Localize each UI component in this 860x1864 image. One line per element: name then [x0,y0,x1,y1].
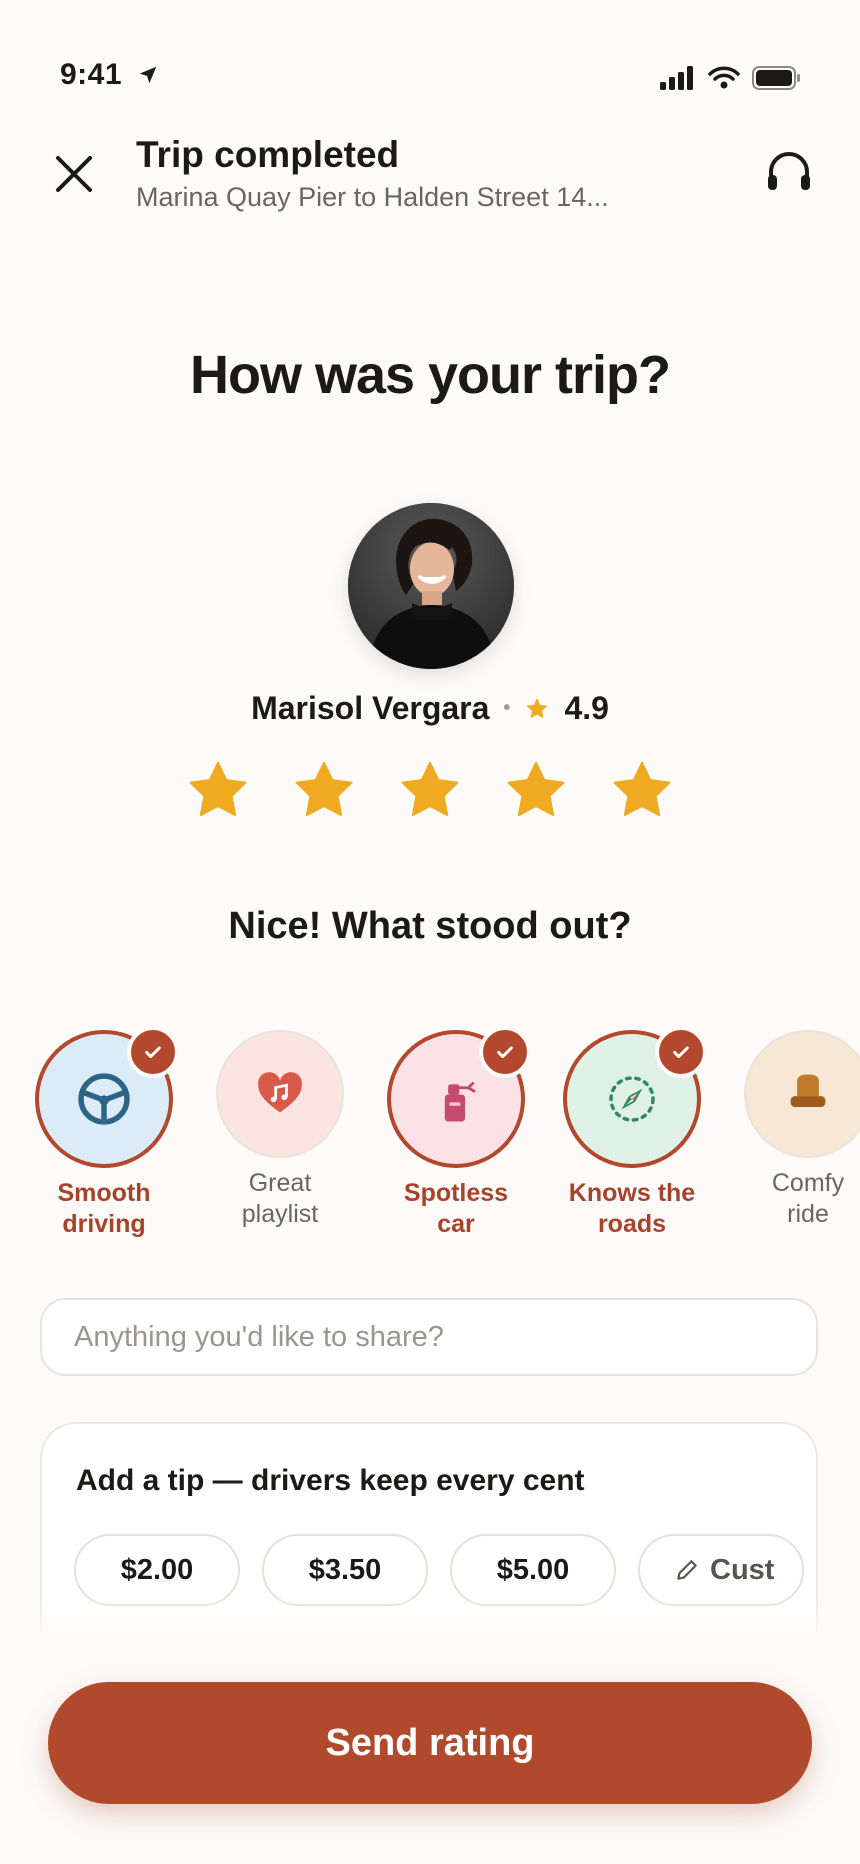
star-icon [189,761,247,817]
tip-custom-label: Cust [710,1553,775,1586]
battery-icon [752,66,800,90]
star-rating-input [0,758,860,824]
seat-icon [790,1074,826,1107]
page-title: Trip completed [136,134,400,175]
pencil-icon [677,1560,697,1580]
comment-input[interactable] [42,1300,816,1374]
star-icon [526,697,548,718]
tag-spotless-car[interactable]: Spotless car [386,1026,531,1240]
tag-smooth-driving[interactable]: Smooth driving [34,1026,179,1240]
tag-icon-circle [744,1030,860,1158]
scroll-fade [0,1590,860,1650]
star-icon [401,761,459,817]
tag-icon-circle [35,1026,179,1168]
star-icon [613,761,671,817]
star-icon [295,761,353,817]
checkmark-badge [127,1026,179,1078]
headset-icon [768,152,810,190]
spray-bottle-icon [444,1081,476,1122]
support-button[interactable] [764,148,814,200]
compass-icon [609,1076,655,1122]
compliment-prompt: Nice! What stood out? [228,905,632,947]
star-5-button[interactable] [609,758,675,824]
tag-label: Great playlist [241,1169,319,1228]
status-icons [660,66,802,90]
driver-avatar [348,503,514,669]
close-button[interactable] [50,150,98,198]
wifi-icon [708,66,740,89]
checkmark-badge [479,1026,531,1078]
check-icon [497,1046,513,1059]
checkmark-badge [655,1026,707,1078]
tag-label: Spotless car [403,1179,509,1238]
tag-comfy-ride[interactable]: Comfy ride [738,1030,860,1230]
tip-title: Add a tip — drivers keep every cent [76,1464,585,1497]
close-icon [56,156,92,192]
send-rating-button[interactable]: Send rating [48,1682,812,1804]
driver-info: Marisol Vergara • 4.9 [0,690,860,727]
cellular-signal-icon [660,66,693,90]
star-icon [507,761,565,817]
separator-dot: • [503,697,511,719]
star-4-button[interactable] [503,758,569,824]
trip-route: Marina Quay Pier to Halden Street 14... [136,182,609,212]
tag-icon-circle [563,1026,707,1168]
star-1-button[interactable] [185,758,251,824]
rating-question: How was your trip? [189,345,671,405]
check-icon [145,1046,161,1059]
star-3-button[interactable] [397,758,463,824]
driver-rating: 4.9 [564,690,609,726]
driver-name: Marisol Vergara [251,690,490,726]
status-time-label: 9:41 [60,58,123,91]
check-icon [673,1046,689,1059]
star-2-button[interactable] [291,758,357,824]
tag-icon-circle [216,1030,344,1158]
driver-photo [348,503,514,669]
steering-wheel-icon [78,1073,130,1125]
status-time: 9:41 [60,58,159,92]
tag-label: Smooth driving [57,1179,151,1238]
tag-label: Knows the roads [568,1179,696,1238]
tag-label: Comfy ride [771,1169,845,1228]
comment-field[interactable] [40,1298,818,1376]
tag-great-playlist[interactable]: Great playlist [210,1030,350,1230]
tag-icon-circle [387,1026,531,1168]
location-arrow-icon [139,66,157,84]
music-heart-icon [258,1072,302,1113]
tag-knows-the-roads[interactable]: Knows the roads [562,1026,707,1240]
